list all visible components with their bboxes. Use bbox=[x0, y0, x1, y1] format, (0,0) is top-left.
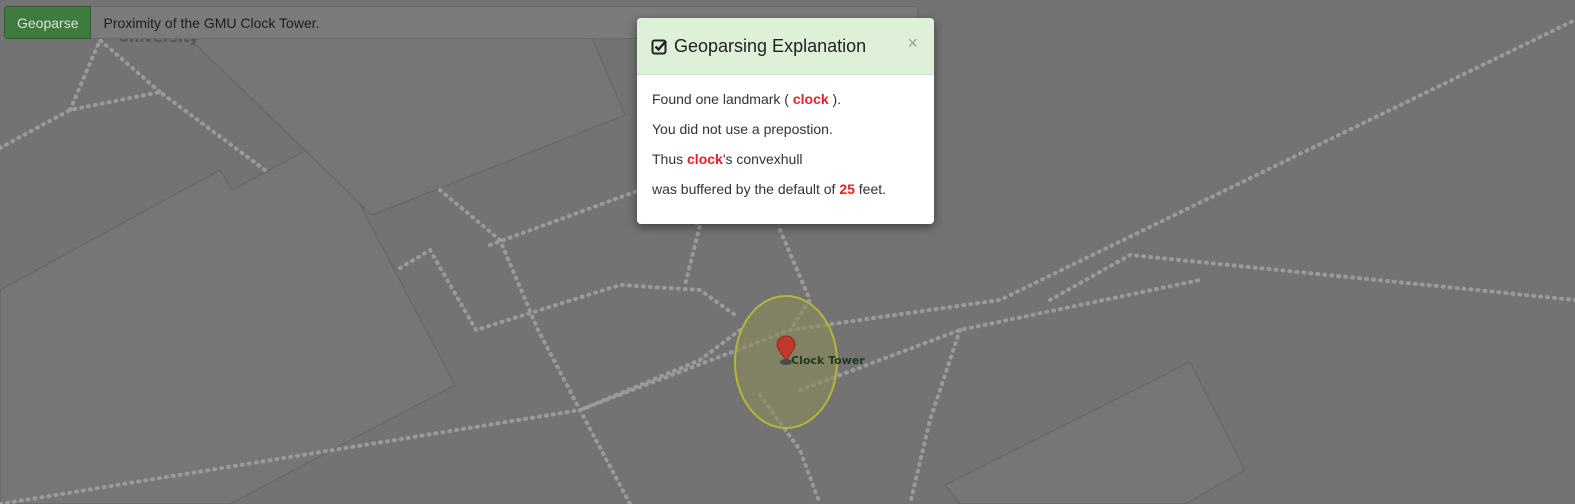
path bbox=[798, 278, 1202, 392]
modal-title: Geoparsing Explanation bbox=[651, 36, 866, 57]
explanation-line-1: Found one landmark ( clock ). bbox=[652, 91, 842, 107]
explanation-line-3: Thus clock's convexhull bbox=[652, 151, 803, 167]
path bbox=[398, 247, 737, 333]
buffer-distance: 25 bbox=[839, 181, 855, 197]
path bbox=[438, 188, 632, 504]
building bbox=[944, 361, 1246, 504]
path bbox=[578, 328, 742, 412]
path bbox=[908, 328, 962, 504]
checkbox-check-icon bbox=[651, 39, 667, 54]
explanation-line-2: You did not use a prepostion. bbox=[652, 121, 833, 137]
map-label-clock-tower: Clock Tower bbox=[791, 354, 865, 367]
close-icon[interactable]: × bbox=[907, 34, 918, 52]
modal-body: Found one landmark ( clock ). You did no… bbox=[637, 75, 934, 198]
landmark-term: clock bbox=[687, 151, 723, 167]
modal-header: Geoparsing Explanation × bbox=[637, 18, 934, 75]
path bbox=[0, 89, 267, 172]
geoparse-button[interactable]: Geoparse bbox=[4, 6, 92, 39]
modal-title-text: Geoparsing Explanation bbox=[674, 35, 867, 56]
explanation-line-4: was buffered by the default of 25 feet. bbox=[652, 181, 887, 197]
explanation-modal: Geoparsing Explanation × Found one landm… bbox=[637, 18, 934, 224]
building bbox=[158, 9, 626, 216]
landmark-term: clock bbox=[792, 91, 829, 107]
